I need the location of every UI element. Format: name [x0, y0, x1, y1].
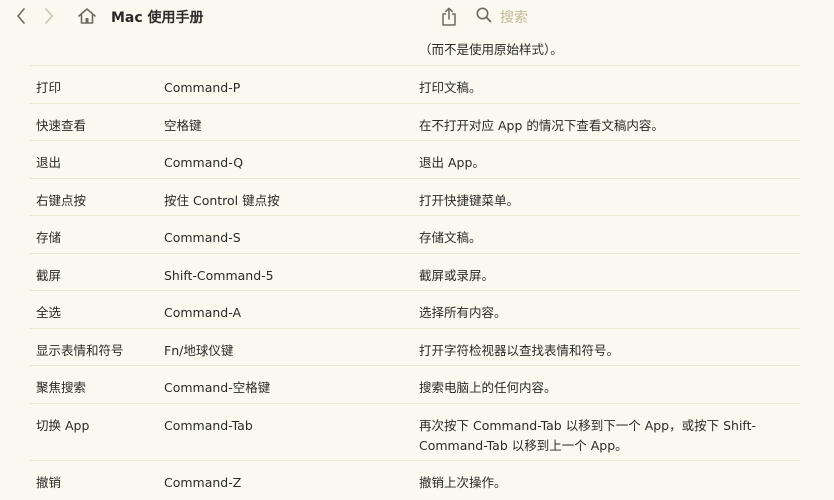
toolbar: Mac 使用手册 搜索	[0, 0, 834, 34]
shortcut-keys: Command-Tab	[164, 418, 253, 433]
shortcut-description: 再次按下 Command-Tab 以移到下一个 App，或按下 Shift-Co…	[419, 418, 757, 453]
shortcut-action: 全选	[36, 305, 62, 320]
table-row: 右键点按 按住 Control 键点按 打开快捷键菜单。	[30, 178, 800, 215]
back-button[interactable]	[12, 5, 30, 27]
search-placeholder: 搜索	[500, 10, 528, 26]
share-button[interactable]	[439, 5, 459, 27]
shortcut-description: 搜索电脑上的任何内容。	[419, 380, 557, 395]
shortcut-description: 选择所有内容。	[419, 305, 507, 320]
shortcut-description: 打印文稿。	[419, 80, 482, 95]
shortcut-action: 快速查看	[36, 118, 87, 133]
shortcut-action: 聚焦搜索	[36, 380, 87, 395]
shortcut-action: 右键点按	[36, 193, 87, 208]
shortcut-description: 退出 App。	[419, 155, 485, 170]
table-row: 撤销 Command-Z 撤销上次操作。	[30, 460, 800, 497]
table-row: 打印 Command-P 打印文稿。	[30, 65, 800, 103]
shortcut-action: 退出	[36, 155, 62, 170]
shortcut-description: 在不打开对应 App 的情况下查看文稿内容。	[419, 118, 664, 133]
window-title: Mac 使用手册	[111, 10, 204, 26]
shortcut-action: 打印	[36, 80, 62, 95]
table-row: 存储 Command-S 存储文稿。	[30, 215, 800, 253]
shortcut-description: 打开快捷键菜单。	[419, 193, 520, 208]
shortcut-keys: Command-Q	[164, 155, 244, 170]
table-row: 切换 App Command-Tab 再次按下 Command-Tab 以移到下一个…	[30, 403, 800, 460]
shortcut-description: 撤销上次操作。	[419, 475, 507, 490]
home-icon	[77, 7, 97, 25]
shortcut-keys: Command-S	[164, 230, 241, 245]
shortcut-keys: Command-空格键	[164, 380, 271, 395]
table-row: 截屏 Shift-Command-5 截屏或录屏。	[30, 253, 800, 290]
shortcut-keys: Command-P	[164, 80, 241, 95]
shortcut-keys: Command-A	[164, 305, 242, 320]
shortcut-action: 切换 App	[36, 418, 90, 433]
table-row: 全选 Command-A 选择所有内容。	[30, 290, 800, 328]
table-row: 退出 Command-Q 退出 App。	[30, 140, 800, 178]
shortcut-action: 截屏	[36, 268, 62, 283]
shortcut-keys: Fn/地球仪键	[164, 343, 234, 358]
chevron-right-icon	[44, 8, 54, 24]
shortcut-action: 显示表情和符号	[36, 343, 124, 358]
table-row: 显示表情和符号 Fn/地球仪键 打开字符检视器以查找表情和符号。	[30, 328, 800, 365]
table-row: 快速查看 空格键 在不打开对应 App 的情况下查看文稿内容。	[30, 103, 800, 140]
shortcut-keys: 空格键	[164, 118, 202, 133]
shortcut-description: 截屏或录屏。	[419, 268, 495, 283]
table-row: 聚焦搜索 Command-空格键 搜索电脑上的任何内容。	[30, 365, 800, 403]
forward-button[interactable]	[40, 5, 58, 27]
search-icon	[476, 7, 492, 27]
shortcut-keys: Command-Z	[164, 475, 242, 490]
chevron-left-icon	[16, 8, 26, 24]
shortcut-table: 打印 Command-P 打印文稿。快速查看 空格键 在不打开对应 App 的情况下查看…	[30, 65, 800, 497]
shortcut-keys: Shift-Command-5	[164, 268, 274, 283]
continued-description: （而不是使用原始样式）。	[419, 42, 563, 57]
search-field[interactable]: 搜索	[476, 6, 626, 28]
shortcut-description: 打开字符检视器以查找表情和符号。	[419, 343, 620, 358]
shortcut-action: 存储	[36, 230, 62, 245]
shortcut-keys: 按住 Control 键点按	[164, 193, 280, 208]
shortcut-description: 存储文稿。	[419, 230, 482, 245]
home-button[interactable]	[76, 5, 98, 27]
share-icon	[441, 7, 457, 26]
shortcut-action: 撤销	[36, 475, 62, 490]
